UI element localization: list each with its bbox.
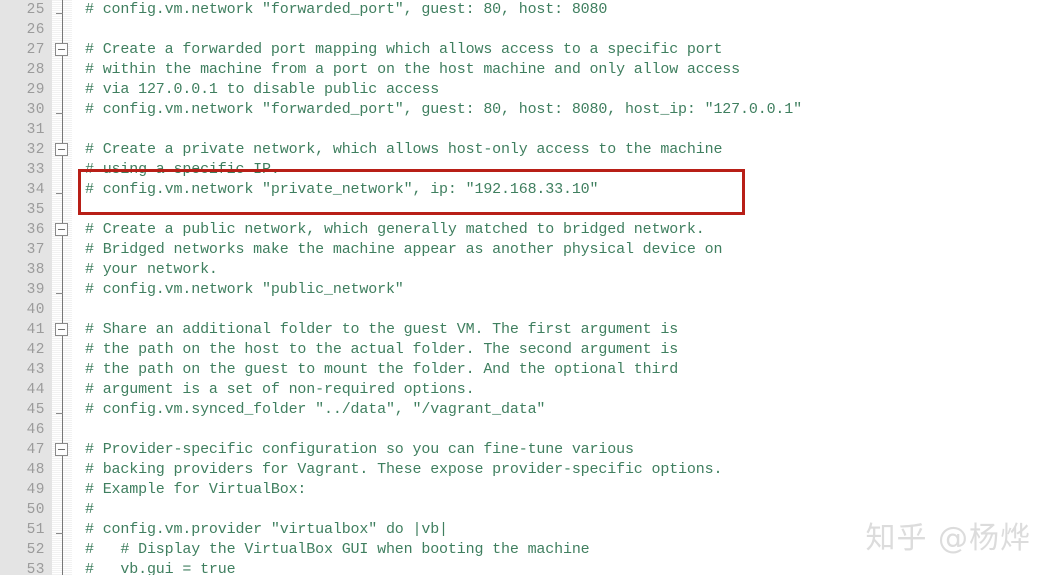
code-line[interactable]: # using a specific IP. (72, 160, 1053, 180)
code-line[interactable]: # Example for VirtualBox: (72, 480, 1053, 500)
code-folding-column[interactable] (52, 0, 72, 575)
line-number: 37 (26, 242, 45, 258)
line-number: 48 (26, 462, 45, 478)
code-line[interactable] (72, 20, 1053, 40)
fold-hierarchy-line (62, 0, 63, 575)
code-line[interactable]: # argument is a set of non-required opti… (72, 380, 1053, 400)
line-number: 38 (26, 262, 45, 278)
line-number: 31 (26, 122, 45, 138)
fold-end-tick-icon (56, 413, 63, 414)
code-line[interactable]: # the path on the host to the actual fol… (72, 340, 1053, 360)
line-number: 42 (26, 342, 45, 358)
code-line[interactable]: # vb.gui = true (72, 560, 1053, 575)
line-number: 49 (26, 482, 45, 498)
code-line[interactable] (72, 300, 1053, 320)
line-number: 40 (26, 302, 45, 318)
code-editor[interactable]: 25 26 27 28 29 30 31 32 33 34 35 36 37 38 39 40 41 42 43 44… (0, 0, 1053, 578)
line-number: 30 (26, 102, 45, 118)
line-number: 26 (26, 22, 45, 38)
code-line[interactable]: # Create a forwarded port mapping which … (72, 40, 1053, 60)
line-number: 36 (26, 222, 45, 238)
line-number: 53 (26, 562, 45, 578)
fold-end-tick-icon (56, 113, 63, 114)
line-number: 33 (26, 162, 45, 178)
line-number: 29 (26, 82, 45, 98)
code-line[interactable]: # Bridged networks make the machine appe… (72, 240, 1053, 260)
fold-collapse-icon[interactable] (55, 443, 68, 456)
line-number: 51 (26, 522, 45, 538)
code-line[interactable]: # within the machine from a port on the … (72, 60, 1053, 80)
watermark: 知乎 @杨烨 (865, 521, 1031, 556)
code-line[interactable]: # config.vm.network "forwarded_port", gu… (72, 0, 1053, 20)
line-number: 52 (26, 542, 45, 558)
code-line[interactable]: # config.vm.network "public_network" (72, 280, 1053, 300)
line-number: 50 (26, 502, 45, 518)
line-number: 44 (26, 382, 45, 398)
line-number: 46 (26, 422, 45, 438)
fold-end-tick-icon (56, 13, 63, 14)
code-line[interactable]: # the path on the guest to mount the fol… (72, 360, 1053, 380)
fold-collapse-icon[interactable] (55, 43, 68, 56)
code-line[interactable]: # your network. (72, 260, 1053, 280)
line-number: 41 (26, 322, 45, 338)
code-line[interactable] (72, 420, 1053, 440)
code-line[interactable]: # via 127.0.0.1 to disable public access (72, 80, 1053, 100)
line-number-gutter: 25 26 27 28 29 30 31 32 33 34 35 36 37 38 39 40 41 42 43 44… (0, 0, 52, 578)
line-number: 28 (26, 62, 45, 78)
line-number: 27 (26, 42, 45, 58)
line-number: 34 (26, 182, 45, 198)
code-line[interactable]: # config.vm.network "private_network", i… (72, 180, 1053, 200)
fold-end-tick-icon (56, 193, 63, 194)
line-number: 47 (26, 442, 45, 458)
code-line[interactable]: # Share an additional folder to the gues… (72, 320, 1053, 340)
fold-end-tick-icon (56, 293, 63, 294)
code-line[interactable]: # config.vm.synced_folder "../data", "/v… (72, 400, 1053, 420)
line-number: 45 (26, 402, 45, 418)
fold-collapse-icon[interactable] (55, 143, 68, 156)
line-number: 25 (26, 2, 45, 18)
line-number: 35 (26, 202, 45, 218)
fold-collapse-icon[interactable] (55, 323, 68, 336)
fold-collapse-icon[interactable] (55, 223, 68, 236)
code-line[interactable]: # config.vm.network "forwarded_port", gu… (72, 100, 1053, 120)
code-line[interactable] (72, 200, 1053, 220)
code-line[interactable]: # Provider-specific configuration so you… (72, 440, 1053, 460)
fold-end-tick-icon (56, 533, 63, 534)
code-line[interactable]: # Create a public network, which general… (72, 220, 1053, 240)
line-number: 32 (26, 142, 45, 158)
code-text-area[interactable]: # config.vm.network "forwarded_port", gu… (72, 0, 1053, 575)
line-number: 39 (26, 282, 45, 298)
code-line[interactable] (72, 120, 1053, 140)
line-number: 43 (26, 362, 45, 378)
code-line[interactable]: # backing providers for Vagrant. These e… (72, 460, 1053, 480)
code-line[interactable]: # Create a private network, which allows… (72, 140, 1053, 160)
